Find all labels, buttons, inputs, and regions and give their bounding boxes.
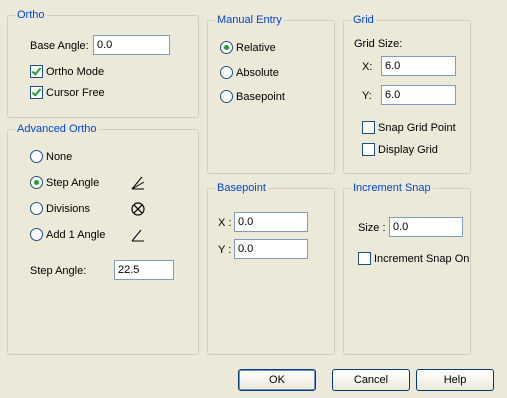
snap-grid-point-label[interactable]: Snap Grid Point xyxy=(378,121,456,135)
radio-none-label[interactable]: None xyxy=(46,150,72,164)
basepoint-y-label: Y : xyxy=(218,244,232,256)
radio-basepoint-label[interactable]: Basepoint xyxy=(236,90,285,104)
increment-size-input[interactable]: 0.0 xyxy=(389,217,463,237)
radio-relative[interactable] xyxy=(220,41,233,54)
display-grid-label[interactable]: Display Grid xyxy=(378,143,438,157)
basepoint-x-label: X : xyxy=(218,217,232,229)
increment-snap-group-title: Increment Snap xyxy=(351,181,433,195)
ortho-mode-checkbox[interactable] xyxy=(30,65,43,78)
grid-x-input[interactable]: 6.0 xyxy=(381,56,456,76)
basepoint-x-input[interactable]: 0.0 xyxy=(234,212,308,232)
basepoint-group-title: Basepoint xyxy=(215,181,268,195)
radio-divisions-label[interactable]: Divisions xyxy=(46,202,90,216)
radio-add-1-angle[interactable] xyxy=(30,228,43,241)
increment-size-label: Size : xyxy=(358,222,386,234)
divisions-icon xyxy=(131,202,145,216)
grid-y-input[interactable]: 6.0 xyxy=(381,85,456,105)
snap-grid-point-checkbox[interactable] xyxy=(362,121,375,134)
advanced-ortho-group-title: Advanced Ortho xyxy=(15,122,99,136)
increment-snap-group: Increment Snap xyxy=(343,181,471,355)
basepoint-y-input[interactable]: 0.0 xyxy=(234,239,308,259)
help-button[interactable]: Help xyxy=(416,369,494,391)
increment-snap-on-label[interactable]: Increment Snap On xyxy=(374,252,469,266)
grid-y-label: Y: xyxy=(362,90,372,102)
radio-step-angle[interactable] xyxy=(30,176,43,189)
radio-absolute[interactable] xyxy=(220,66,233,79)
increment-snap-on-checkbox[interactable] xyxy=(358,252,371,265)
radio-none[interactable] xyxy=(30,150,43,163)
radio-absolute-label[interactable]: Absolute xyxy=(236,66,279,80)
add-angle-icon xyxy=(131,229,144,242)
cancel-button[interactable]: Cancel xyxy=(332,369,410,391)
cursor-free-checkbox[interactable] xyxy=(30,86,43,99)
base-angle-label: Base Angle: xyxy=(30,40,89,52)
cursor-free-label[interactable]: Cursor Free xyxy=(46,86,105,100)
radio-relative-label[interactable]: Relative xyxy=(236,41,276,55)
radio-step-angle-label[interactable]: Step Angle xyxy=(46,176,99,190)
grid-group-title: Grid xyxy=(351,13,376,27)
radio-basepoint[interactable] xyxy=(220,90,233,103)
manual-entry-group-title: Manual Entry xyxy=(215,13,284,27)
display-grid-checkbox[interactable] xyxy=(362,143,375,156)
radio-divisions[interactable] xyxy=(30,202,43,215)
grid-x-label: X: xyxy=(362,61,373,73)
base-angle-input[interactable]: 0.0 xyxy=(93,35,170,55)
ok-button[interactable]: OK xyxy=(238,369,316,391)
step-angle-icon xyxy=(131,176,145,190)
step-angle-input[interactable]: 22.5 xyxy=(114,260,174,280)
grid-size-label: Grid Size: xyxy=(354,38,403,50)
ortho-mode-label[interactable]: Ortho Mode xyxy=(46,65,104,79)
step-angle-label: Step Angle: xyxy=(30,265,87,277)
radio-add-1-angle-label[interactable]: Add 1 Angle xyxy=(46,228,105,242)
ortho-group-title: Ortho xyxy=(15,8,47,22)
